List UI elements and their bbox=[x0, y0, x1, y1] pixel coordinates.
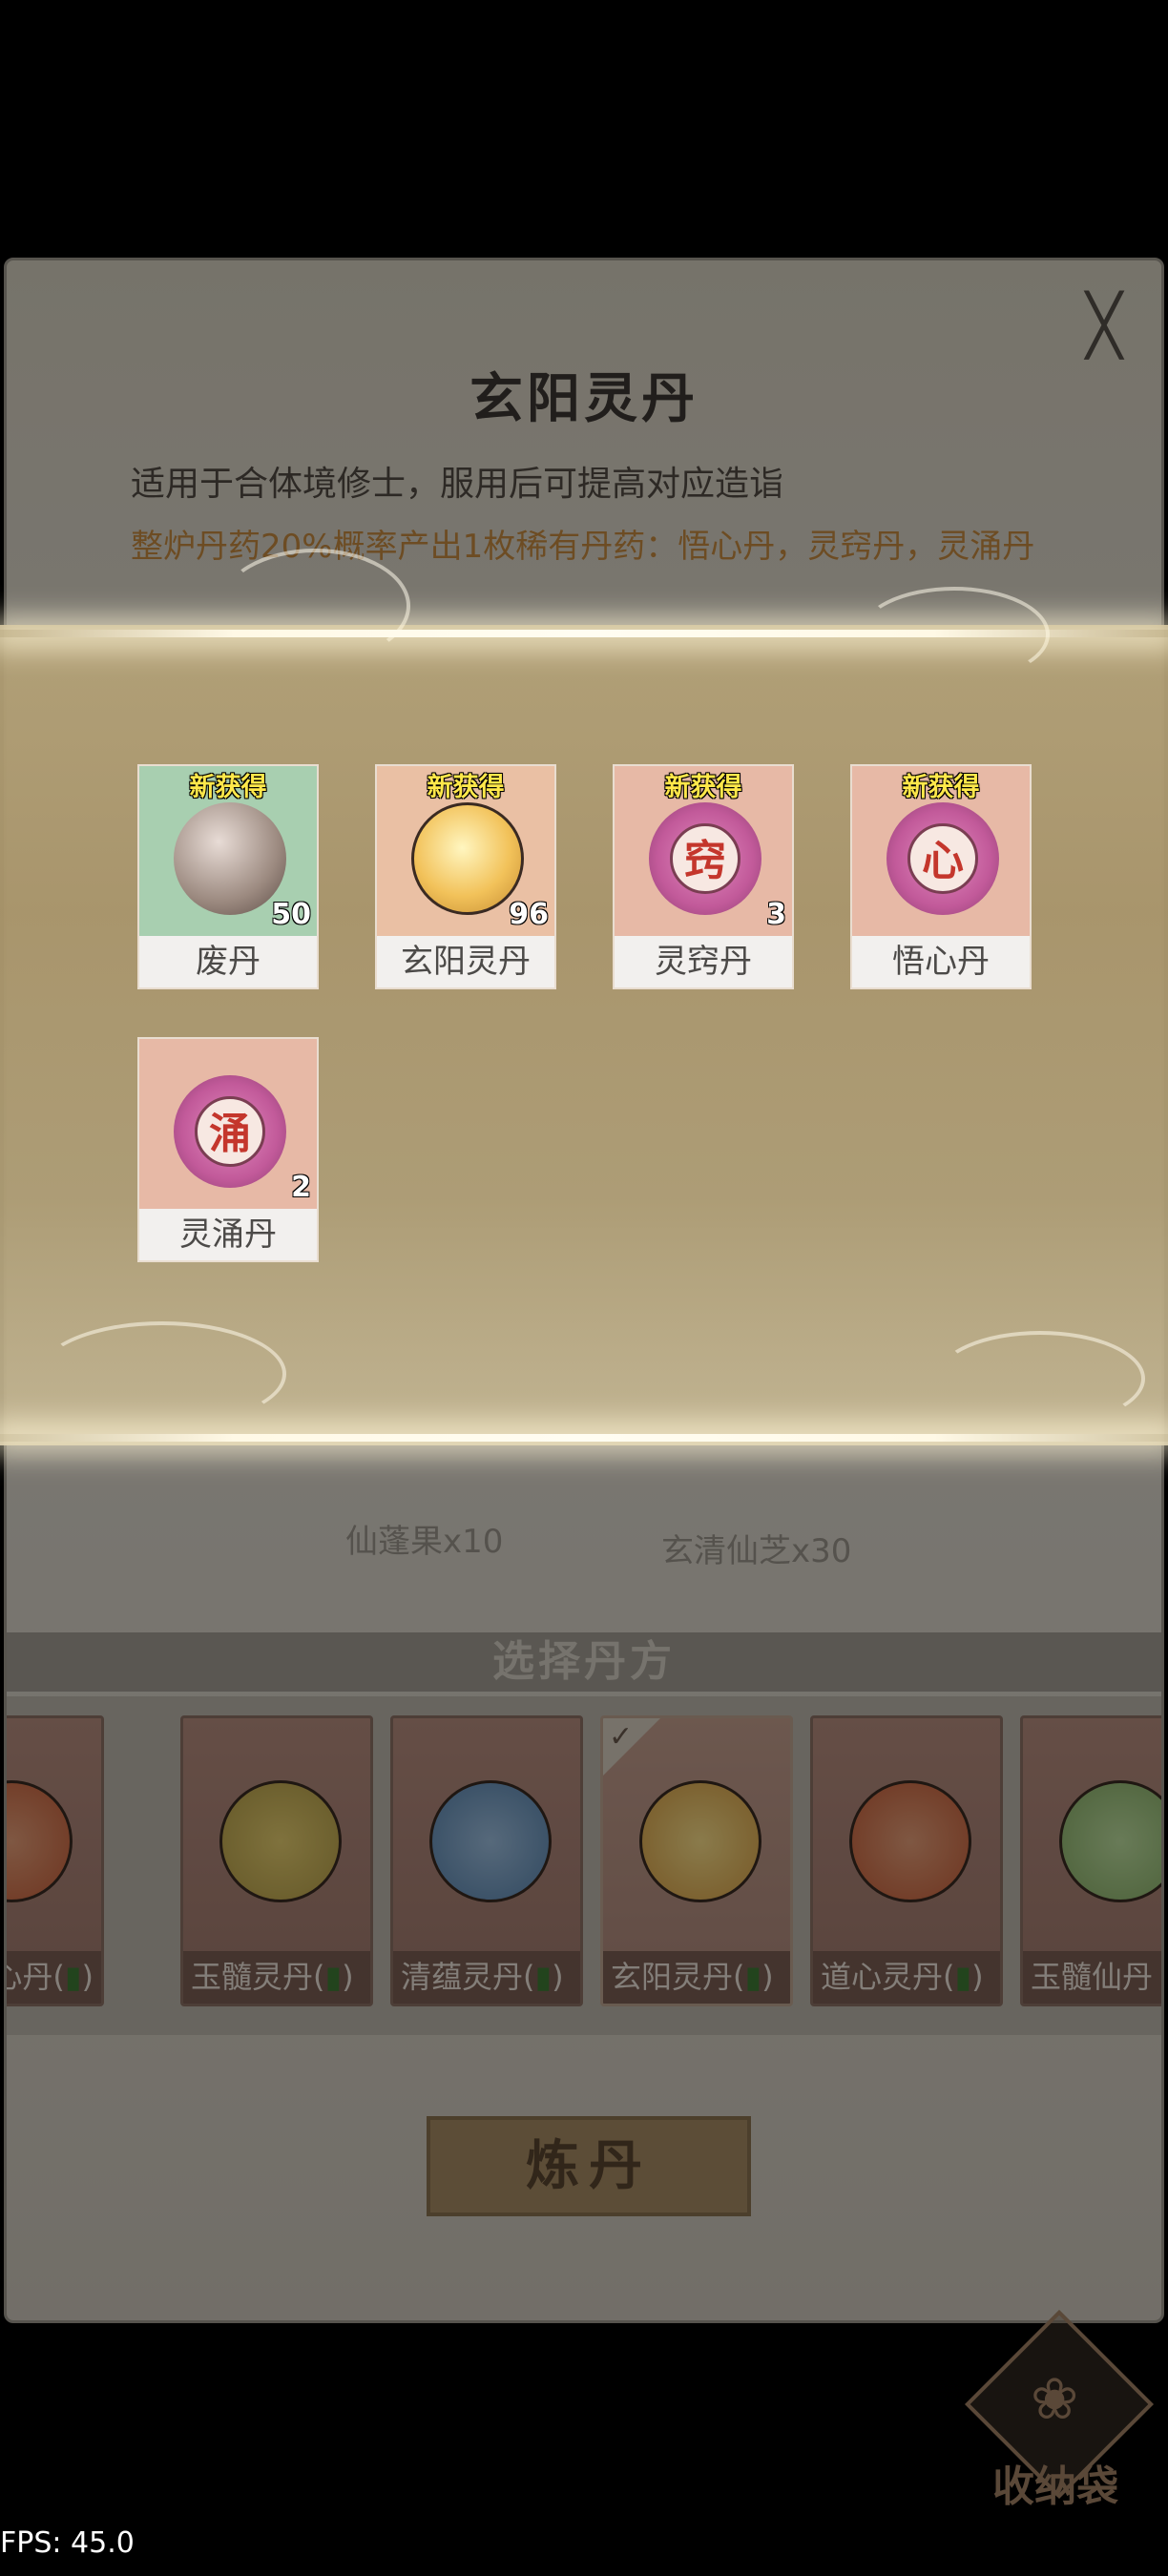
pill-icon: 窍 bbox=[649, 802, 761, 915]
storage-bag-button[interactable]: ❀ 收纳袋 bbox=[965, 2310, 1154, 2511]
reward-item[interactable]: 心 新获得 悟心丹 bbox=[850, 764, 1032, 989]
pill-icon: 涌 bbox=[174, 1075, 286, 1188]
decor-swirl bbox=[219, 549, 410, 663]
banner-top-glow bbox=[0, 630, 1168, 637]
new-tag: 新获得 bbox=[664, 773, 742, 802]
pill-character: 窍 bbox=[670, 823, 740, 894]
pill-character: 涌 bbox=[195, 1096, 265, 1167]
new-tag: 新获得 bbox=[902, 773, 980, 802]
pill-character: 心 bbox=[907, 823, 978, 894]
item-count: 50 bbox=[271, 898, 311, 931]
item-name: 玄阳灵丹 bbox=[377, 936, 554, 987]
decor-swirl bbox=[935, 1331, 1145, 1426]
new-tag: 新获得 bbox=[189, 773, 267, 802]
result-banner: 新获得 50 废丹 新获得 96 玄阳灵丹 窍 新获得 3 灵窍丹 心 新获得 … bbox=[0, 549, 1168, 1445]
item-name: 灵涌丹 bbox=[139, 1209, 317, 1260]
item-name: 废丹 bbox=[139, 936, 317, 987]
item-name: 灵窍丹 bbox=[615, 936, 792, 987]
reward-item[interactable]: 新获得 96 玄阳灵丹 bbox=[375, 764, 556, 989]
item-count: 3 bbox=[766, 898, 786, 931]
item-count: 2 bbox=[291, 1171, 311, 1204]
reward-item[interactable]: 窍 新获得 3 灵窍丹 bbox=[613, 764, 794, 989]
bag-glyph: ❀ bbox=[1031, 2366, 1079, 2433]
pill-icon bbox=[411, 802, 524, 915]
banner-bottom-glow bbox=[0, 1434, 1168, 1442]
storage-label: 收纳袋 bbox=[992, 2462, 1118, 2511]
fps-counter: FPS: 45.0 bbox=[0, 2526, 135, 2560]
item-count: 96 bbox=[509, 898, 549, 931]
decor-swirl bbox=[38, 1321, 286, 1426]
reward-item[interactable]: 新获得 50 废丹 bbox=[137, 764, 319, 989]
reward-item[interactable]: 涌 2 灵涌丹 bbox=[137, 1037, 319, 1262]
new-tag: 新获得 bbox=[427, 773, 505, 802]
pill-icon bbox=[174, 802, 286, 915]
pill-icon: 心 bbox=[886, 802, 999, 915]
item-name: 悟心丹 bbox=[852, 936, 1030, 987]
